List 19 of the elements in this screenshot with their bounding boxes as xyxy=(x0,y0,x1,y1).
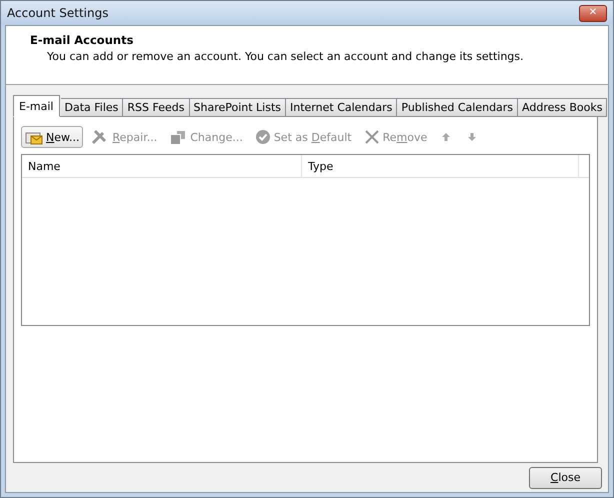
down-arrow-icon xyxy=(467,132,478,142)
tab[interactable]: Published Calendars xyxy=(397,98,518,117)
tab[interactable]: Data Files xyxy=(60,98,124,117)
new-button[interactable]: New... xyxy=(21,126,84,148)
window-title: Account Settings xyxy=(7,6,108,20)
tab[interactable]: RSS Feeds xyxy=(123,98,190,117)
blocks-icon xyxy=(169,129,188,145)
column-header[interactable]: Type xyxy=(302,155,579,177)
tab[interactable]: Address Books xyxy=(518,98,608,117)
tab[interactable]: SharePoint Lists xyxy=(190,98,286,117)
section-description: You can add or remove an account. You can select an account and change its settings. xyxy=(47,50,524,63)
column-header[interactable]: Name xyxy=(22,155,302,177)
close-button[interactable]: Close xyxy=(529,466,602,488)
tab[interactable]: Internet Calendars xyxy=(286,98,398,117)
tab[interactable]: E-mail xyxy=(13,95,60,117)
x-icon xyxy=(364,129,380,145)
checkmark-icon xyxy=(254,129,271,145)
up-arrow-icon xyxy=(441,132,452,142)
section-title: E-mail Accounts xyxy=(30,33,134,47)
